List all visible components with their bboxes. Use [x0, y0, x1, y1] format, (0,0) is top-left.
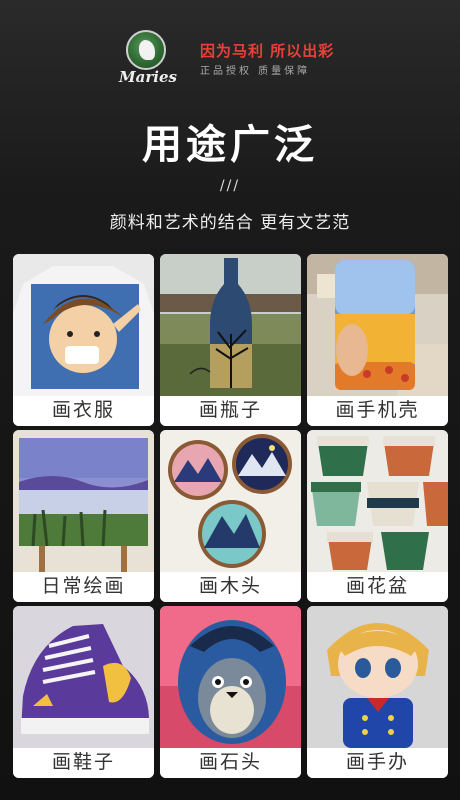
usage-card-label: 画手办 — [307, 748, 448, 778]
usage-card-wood[interactable]: 画木头 — [160, 430, 301, 602]
usage-card-bottle[interactable]: 画瓶子 — [160, 254, 301, 426]
page-title: 用途广泛 — [142, 122, 318, 168]
usage-card-label: 画瓶子 — [160, 396, 301, 426]
usage-card-figure[interactable]: 画手办 — [307, 606, 448, 778]
header: Maries 因为马利 所以出彩 正品授权 质量保障 — [0, 0, 460, 100]
sneaker-painting-image — [13, 606, 154, 748]
wood-slice-painting-image — [160, 430, 301, 572]
usage-card-flower-pot[interactable]: 画花盆 — [307, 430, 448, 602]
usage-card-label: 画衣服 — [13, 396, 154, 426]
usage-card-shoes[interactable]: 画鞋子 — [13, 606, 154, 778]
horse-logo-icon — [126, 30, 166, 70]
brand-subslogan: 正品授权 质量保障 — [200, 66, 311, 77]
usage-card-daily-painting[interactable]: 日常绘画 — [13, 430, 154, 602]
usage-card-label: 画木头 — [160, 572, 301, 602]
flower-pot-painting-image — [307, 430, 448, 572]
tshirt-painting-image — [13, 254, 154, 396]
usage-card-phone-case[interactable]: 画手机壳 — [307, 254, 448, 426]
usage-card-clothes[interactable]: 画衣服 — [13, 254, 154, 426]
usage-card-label: 画鞋子 — [13, 748, 154, 778]
usage-card-label: 画花盆 — [307, 572, 448, 602]
usage-card-label: 画手机壳 — [307, 396, 448, 426]
usage-card-stone[interactable]: 画石头 — [160, 606, 301, 778]
bottle-painting-image — [160, 254, 301, 396]
usage-card-label: 日常绘画 — [13, 572, 154, 602]
phone-case-painting-image — [307, 254, 448, 396]
brand-slogan: 因为马利 所以出彩 — [200, 42, 335, 60]
usage-card-label: 画石头 — [160, 748, 301, 778]
decorative-slashes: /// — [219, 178, 241, 194]
landscape-canvas-image — [13, 430, 154, 572]
brand-logo: Maries — [112, 30, 184, 86]
logo-text: Maries — [119, 68, 177, 86]
stone-painting-image — [160, 606, 301, 748]
figure-painting-image — [307, 606, 448, 748]
page-subtitle: 颜料和艺术的结合 更有文艺范 — [109, 213, 351, 233]
